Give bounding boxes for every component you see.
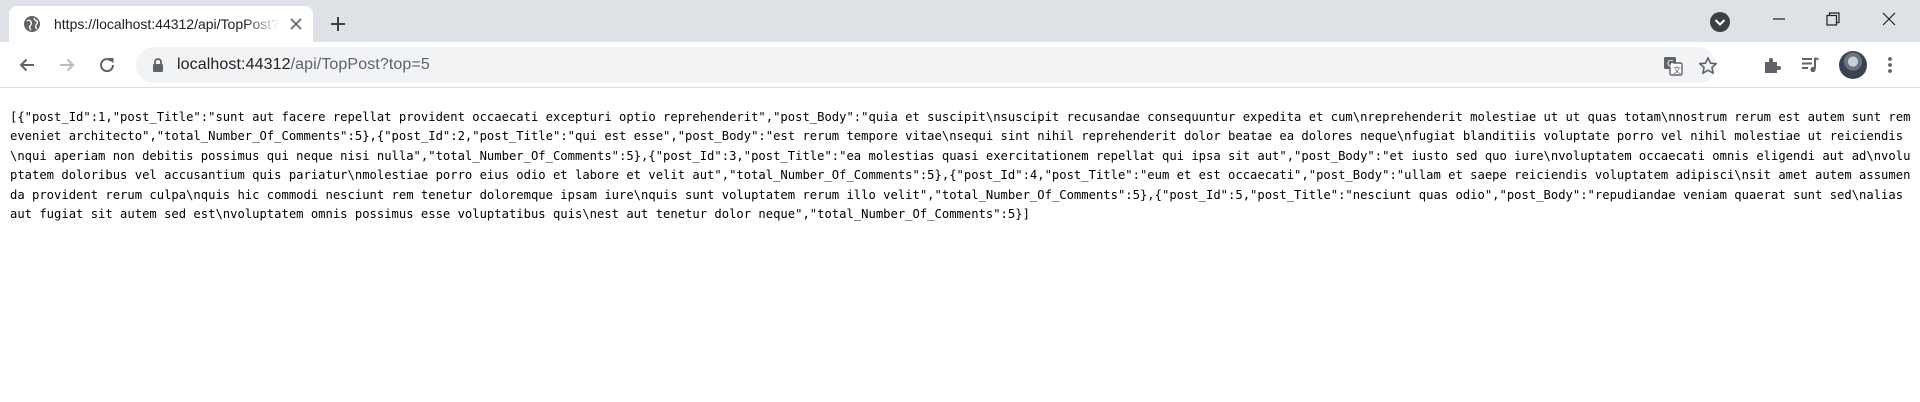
lock-icon[interactable] [150, 57, 166, 73]
tab-strip: https://localhost:44312/api/TopPost?top=… [0, 0, 1920, 42]
restore-window-icon[interactable] [1810, 0, 1856, 38]
url-text[interactable]: localhost:44312/api/TopPost?top=5 [177, 56, 430, 74]
browser-toolbar: localhost:44312/api/TopPost?top=5 G 文 [0, 42, 1920, 88]
page-content: [{"post_Id":1,"post_Title":"sunt aut fac… [0, 89, 1920, 402]
close-window-icon[interactable] [1866, 0, 1912, 38]
profile-avatar[interactable] [1839, 51, 1867, 79]
back-arrow-icon[interactable] [13, 51, 41, 79]
address-bar[interactable]: localhost:44312/api/TopPost?top=5 G 文 [136, 47, 1719, 83]
url-host: localhost:44312 [177, 56, 291, 73]
svg-text:文: 文 [1673, 65, 1681, 75]
minimize-icon[interactable] [1756, 0, 1802, 38]
new-tab-plus-icon[interactable] [324, 10, 352, 38]
browser-tab[interactable]: https://localhost:44312/api/TopPost?top=… [9, 6, 313, 42]
url-path: /api/TopPost?top=5 [290, 56, 430, 73]
translate-icon[interactable]: G 文 [1662, 55, 1684, 77]
reload-icon[interactable] [93, 51, 121, 79]
media-playlist-icon[interactable] [1796, 51, 1824, 79]
globe-icon [23, 15, 41, 33]
json-response-text: [{"post_Id":1,"post_Title":"sunt aut fac… [10, 110, 1918, 222]
more-menu-icon[interactable] [1876, 51, 1904, 79]
extensions-puzzle-icon[interactable] [1758, 51, 1786, 79]
bookmark-star-icon[interactable] [1697, 55, 1719, 77]
tab-title: https://localhost:44312/api/TopPost?top=… [54, 16, 280, 32]
tab-search-chevron-down-icon[interactable] [1708, 10, 1732, 34]
forward-arrow-icon[interactable] [53, 51, 81, 79]
close-tab-icon[interactable] [287, 15, 305, 33]
